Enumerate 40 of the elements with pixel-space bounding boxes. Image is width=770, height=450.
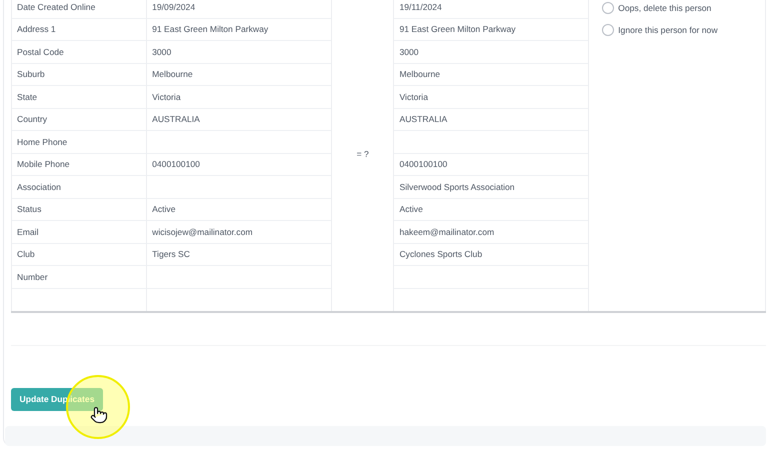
- field-label: Country: [12, 108, 146, 131]
- field-value: 3000: [394, 41, 588, 64]
- field-value: Melbourne: [147, 64, 331, 86]
- field-value: Victoria: [147, 86, 331, 108]
- field-label: State: [12, 86, 146, 108]
- field-value: wicisojew@mailinator.com: [147, 221, 331, 244]
- field-label: Address 1: [12, 18, 146, 41]
- field-value: Tigers SC: [147, 244, 331, 266]
- field-label: Postal Code: [12, 41, 146, 64]
- field-value: Victoria: [394, 86, 588, 108]
- field-label: Mobile Phone: [12, 154, 146, 176]
- field-label: Club: [12, 244, 146, 266]
- field-label: Date Created Online: [12, 0, 146, 18]
- field-value: 19/11/2024: [394, 0, 588, 18]
- field-value: Active: [394, 198, 588, 221]
- field-value: AUSTRALIA: [394, 108, 588, 131]
- option-label[interactable]: Ignore this person for now: [618, 25, 718, 35]
- option-label[interactable]: Oops, delete this person: [618, 3, 712, 13]
- field-label: Email: [12, 221, 146, 244]
- field-value: Silverwood Sports Association: [394, 176, 588, 198]
- field-value: 0400100100: [394, 154, 588, 176]
- radio-button[interactable]: [602, 24, 614, 36]
- radio-button[interactable]: [602, 2, 614, 14]
- field-label: Number: [12, 266, 146, 288]
- field-label: Home Phone: [12, 131, 146, 154]
- field-value: Melbourne: [394, 64, 588, 86]
- field-value: 19/09/2024: [147, 0, 331, 18]
- field-label: Association: [12, 176, 146, 198]
- field-value: 0400100100: [147, 154, 331, 176]
- field-value: 91 East Green Milton Parkway: [147, 18, 331, 41]
- field-value: AUSTRALIA: [147, 108, 331, 131]
- field-value: Active: [147, 198, 331, 221]
- field-value: 91 East Green Milton Parkway: [394, 18, 588, 41]
- field-value: hakeem@mailinator.com: [394, 221, 588, 244]
- field-label: Suburb: [12, 64, 146, 86]
- hand-cursor-icon: [90, 406, 108, 424]
- field-value: 3000: [147, 41, 331, 64]
- comparison-mark: = ?: [356, 148, 369, 158]
- field-value: Cyclones Sports Club: [394, 244, 588, 266]
- field-label: Status: [12, 198, 146, 221]
